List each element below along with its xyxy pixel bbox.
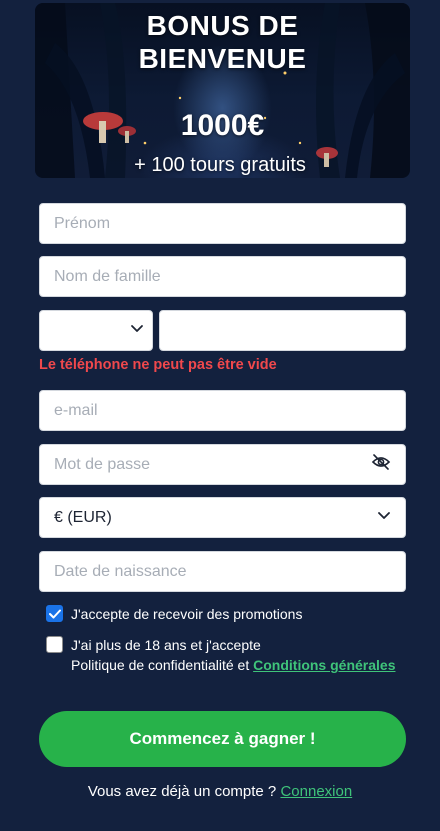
start-winning-button[interactable]: Commencez à gagner !: [39, 711, 406, 767]
password-field[interactable]: Mot de passe: [39, 444, 406, 485]
first-name-placeholder: Prénom: [54, 214, 111, 232]
promotions-checkbox[interactable]: [46, 605, 63, 622]
birthdate-field[interactable]: Date de naissance: [39, 551, 406, 592]
email-field[interactable]: e-mail: [39, 390, 406, 431]
currency-select[interactable]: € (EUR): [39, 497, 406, 538]
promotions-consent: J'accepte de recevoir des promotions: [46, 604, 302, 624]
banner-title-line-2: BIENVENUE: [138, 43, 307, 74]
chevron-down-icon: [130, 321, 144, 340]
phone-error-message: Le téléphone ne peut pas être vide: [39, 357, 277, 373]
login-prompt: Vous avez déjà un compte ? Connexion: [0, 783, 440, 800]
last-name-field[interactable]: Nom de famille: [39, 256, 406, 297]
currency-value: € (EUR): [54, 508, 112, 526]
login-link[interactable]: Connexion: [280, 783, 352, 800]
phone-number-field[interactable]: [159, 310, 406, 351]
birthdate-placeholder: Date de naissance: [54, 562, 187, 580]
terms-conditions-link[interactable]: Conditions générales: [253, 657, 395, 673]
terms-consent: J'ai plus de 18 ans et j'accepte Politiq…: [46, 635, 395, 675]
terms-label-line-2: Politique de confidentialité et: [71, 657, 254, 673]
last-name-placeholder: Nom de famille: [54, 267, 161, 285]
banner-title-line-1: BONUS DE: [146, 10, 299, 41]
free-spins-subtitle: + 100 tours gratuits: [134, 154, 306, 176]
first-name-field[interactable]: Prénom: [39, 203, 406, 244]
eye-slash-icon[interactable]: [371, 454, 391, 475]
email-placeholder: e-mail: [54, 401, 98, 419]
login-question: Vous avez déjà un compte ?: [87, 783, 281, 800]
banner-title: BONUS DE BIENVENUE: [35, 9, 410, 75]
checkmark-icon: [48, 609, 61, 618]
welcome-bonus-banner: BONUS DE BIENVENUE 1000€: [35, 3, 410, 178]
terms-label-line-1: J'ai plus de 18 ans et j'accepte: [71, 637, 261, 653]
promotions-label: J'accepte de recevoir des promotions: [71, 606, 303, 622]
terms-checkbox[interactable]: [46, 636, 63, 653]
password-placeholder: Mot de passe: [54, 455, 151, 473]
chevron-down-icon: [377, 508, 391, 527]
phone-country-code-select[interactable]: [39, 310, 153, 351]
terms-label: J'ai plus de 18 ans et j'accepte Politiq…: [71, 635, 395, 675]
bonus-amount: 1000€: [180, 109, 265, 142]
